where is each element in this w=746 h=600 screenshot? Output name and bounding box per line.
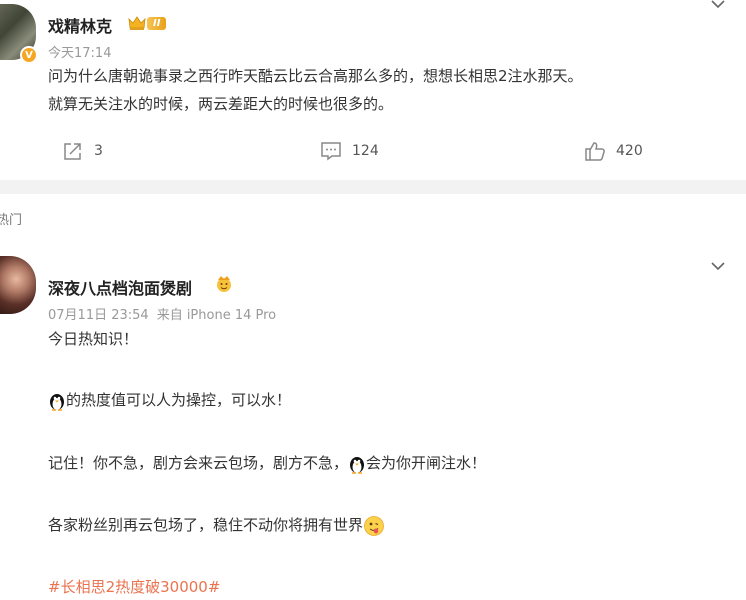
thumbs-up-icon [585,142,605,161]
level-badge: II [147,16,167,30]
share-count: 3 [94,143,103,159]
post-text-line: 各家粉丝别再云包场了，稳住不动你将拥有世界 [48,513,385,537]
timestamp[interactable]: 今天17:14 [48,42,111,61]
comment-count: 124 [352,143,379,159]
post-text-line: 的热度值可以人为操控，可以水！ [48,388,291,412]
chevron-down-icon[interactable] [710,258,726,274]
username[interactable]: 深夜八点档泡面煲剧 [48,275,192,299]
username[interactable]: 戏精林克 [48,13,112,37]
timestamp[interactable]: 07月11日 23:54 [48,308,149,323]
like-button[interactable]: 420 [584,140,643,162]
post-text-line: 今日热知识！ [48,330,139,348]
post-text-span: 的热度值可以人为操控，可以水！ [66,391,292,409]
hashtag-link[interactable]: #长相思2热度破30000# [48,575,220,599]
penguin-icon [50,393,64,411]
post-text-line: 记住！你不急，剧方会来云包场，剧方不急， 会为你开闸注水！ [48,451,486,475]
post-text-span: 各家粉丝别再云包场了，稳住不动你将拥有世界 [48,516,364,534]
member-badge[interactable]: II [128,14,167,32]
post-text-span: 会为你开闸注水！ [366,454,487,472]
post-source: 来自 iPhone 14 Pro [156,308,277,323]
comment-icon [321,142,341,161]
avatar[interactable] [0,256,36,314]
crown-icon [128,16,146,30]
post-text: 问为什么唐朝诡事录之西行昨天酷云比云合高那么多的，想想长相思2注水那天。 就算无… [48,62,738,118]
share-icon [64,143,81,160]
comment-button[interactable]: 124 [320,140,379,162]
chevron-down-icon[interactable] [710,0,726,12]
post-text-line: 就算无关注水的时候，两云差距大的时候也很多的。 [48,95,394,113]
section-divider [0,180,746,194]
penguin-icon [350,456,365,474]
share-button[interactable]: 3 [62,140,103,162]
post-text-line: 问为什么唐朝诡事录之西行昨天酷云比云合高那么多的，想想长相思2注水那天。 [48,67,583,85]
section-label-hot: 热门 [0,213,23,228]
post-meta: 07月11日 23:54 来自 iPhone 14 Pro [48,304,276,323]
fan-emoji-icon [217,276,231,292]
action-bar: 3 124 420 [0,140,746,170]
like-count: 420 [616,143,643,159]
tongue-face-emoji-icon [364,515,384,536]
post-card: V 戏精林克 II 今天17:14 问为什么唐朝诡事录之西行昨天酷云比云合高那么… [0,0,746,180]
verified-badge-icon: V [20,46,38,64]
post-text-span: 记住！你不急，剧方会来云包场，剧方不急， [48,454,349,472]
